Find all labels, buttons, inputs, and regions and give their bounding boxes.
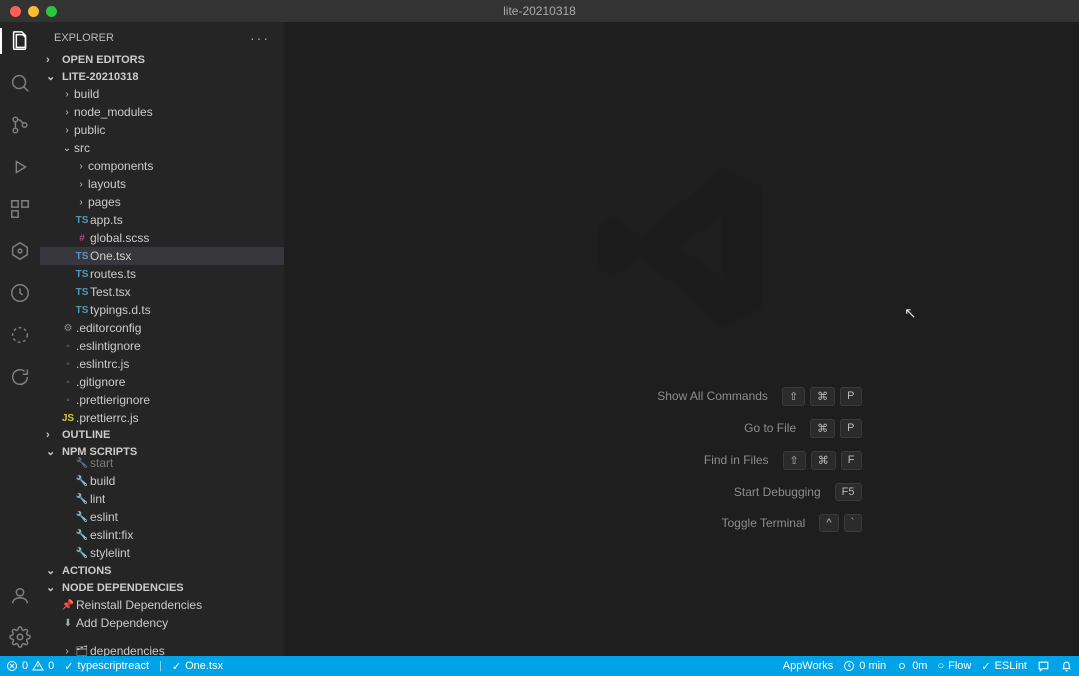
action-add-dependency[interactable]: ⬇Add Dependency (40, 614, 284, 632)
file-gitignore[interactable]: ◦.gitignore (40, 373, 284, 391)
welcome-debug: Start Debugging F5 (502, 483, 862, 501)
section-label: NODE DEPENDENCIES (62, 582, 184, 594)
section-open-editors[interactable]: ›OPEN EDITORS (40, 52, 284, 68)
status-clock-1[interactable]: 0m (896, 660, 927, 672)
status-bar: 0 0 ✓ typescriptreact | ✓ One.tsx AppWor… (0, 656, 1079, 676)
status-language[interactable]: ✓ typescriptreact (64, 660, 149, 673)
file-prettierrc[interactable]: JS.prettierrc.js (40, 409, 284, 427)
file-typings[interactable]: TStypings.d.ts (40, 301, 284, 319)
sidebar-more-icon[interactable]: ··· (250, 30, 270, 46)
vscode-logo-icon (582, 147, 782, 347)
file-routes-ts[interactable]: TSroutes.ts (40, 265, 284, 283)
folder-public[interactable]: ›public (40, 121, 284, 139)
section-outline[interactable]: ›OUTLINE (40, 427, 284, 443)
npm-eslint-fix[interactable]: 🔧eslint:fix (40, 526, 284, 544)
account-icon[interactable] (9, 584, 31, 606)
action-reinstall[interactable]: 📌Reinstall Dependencies (40, 596, 284, 614)
section-actions[interactable]: ⌄ACTIONS (40, 562, 284, 579)
source-control-icon[interactable] (9, 114, 31, 136)
welcome-show-all: Show All Commands ⇧⌘P (502, 387, 862, 406)
file-eslintrc[interactable]: ◦.eslintrc.js (40, 355, 284, 373)
mouse-cursor-icon: ↖ (904, 304, 917, 322)
status-appworks[interactable]: AppWorks (783, 660, 834, 672)
window-title: lite-20210318 (0, 4, 1079, 18)
status-flow[interactable]: ○ Flow (937, 660, 971, 672)
status-file[interactable]: ✓ One.tsx (172, 660, 223, 673)
status-bell-icon[interactable] (1060, 660, 1073, 673)
explorer-sidebar: EXPLORER ··· ›OPEN EDITORS ⌄LITE-2021031… (40, 22, 284, 656)
maximize-window-button[interactable] (46, 6, 57, 17)
titlebar: lite-20210318 (0, 0, 1079, 22)
settings-icon[interactable] (9, 626, 31, 648)
hexagon-icon[interactable] (9, 240, 31, 262)
folder-build[interactable]: ›build (40, 85, 284, 103)
folder-components[interactable]: ›components (40, 157, 284, 175)
file-editorconfig[interactable]: ⚙.editorconfig (40, 319, 284, 337)
npm-stylelint[interactable]: 🔧stylelint (40, 544, 284, 562)
dashed-circle-icon[interactable] (9, 324, 31, 346)
file-global-scss[interactable]: #global.scss (40, 229, 284, 247)
activity-bar (0, 22, 40, 656)
explorer-icon[interactable] (9, 30, 31, 52)
section-node-deps[interactable]: ⌄NODE DEPENDENCIES (40, 579, 284, 596)
status-feedback-icon[interactable] (1037, 660, 1050, 673)
sidebar-title: EXPLORER (54, 32, 114, 44)
welcome-find: Find in Files ⇧⌘F (502, 451, 862, 470)
npm-lint[interactable]: 🔧lint (40, 490, 284, 508)
editor-area: Show All Commands ⇧⌘P Go to File ⌘P Find… (284, 22, 1079, 656)
search-icon[interactable] (9, 72, 31, 94)
debug-icon[interactable] (9, 156, 31, 178)
npm-build[interactable]: 🔧build (40, 472, 284, 490)
refresh-icon[interactable] (9, 366, 31, 388)
npm-start[interactable]: 🔧start (40, 454, 284, 472)
npm-eslint[interactable]: 🔧eslint (40, 508, 284, 526)
traffic-lights (0, 6, 57, 17)
folder-src[interactable]: ⌄src (40, 139, 284, 157)
file-test-tsx[interactable]: TSTest.tsx (40, 283, 284, 301)
welcome-go-file: Go to File ⌘P (502, 419, 862, 438)
close-window-button[interactable] (10, 6, 21, 17)
folder-dependencies[interactable]: ›🗂dependencies (40, 642, 284, 656)
section-project[interactable]: ⌄LITE-20210318 (40, 68, 284, 85)
file-one-tsx[interactable]: TSOne.tsx (40, 247, 284, 265)
welcome-shortcuts: Show All Commands ⇧⌘P Go to File ⌘P Find… (502, 387, 862, 532)
file-eslintignore[interactable]: ◦.eslintignore (40, 337, 284, 355)
circle-play-icon[interactable] (9, 282, 31, 304)
section-label: OUTLINE (62, 429, 110, 441)
section-label: LITE-20210318 (62, 71, 138, 83)
file-app-ts[interactable]: TSapp.ts (40, 211, 284, 229)
file-tree: ›build ›node_modules ›public ⌄src ›compo… (40, 85, 284, 427)
section-label: ACTIONS (62, 565, 112, 577)
extensions-icon[interactable] (9, 198, 31, 220)
file-prettierignore[interactable]: ◦.prettierignore (40, 391, 284, 409)
minimize-window-button[interactable] (28, 6, 39, 17)
status-clock-0[interactable]: 0 min (843, 660, 886, 672)
folder-node-modules[interactable]: ›node_modules (40, 103, 284, 121)
folder-layouts[interactable]: ›layouts (40, 175, 284, 193)
status-eslint[interactable]: ✓ ESLint (981, 660, 1027, 673)
folder-pages[interactable]: ›pages (40, 193, 284, 211)
section-label: OPEN EDITORS (62, 54, 145, 66)
welcome-terminal: Toggle Terminal ^` (502, 514, 862, 532)
status-errors[interactable]: 0 0 (6, 660, 54, 672)
